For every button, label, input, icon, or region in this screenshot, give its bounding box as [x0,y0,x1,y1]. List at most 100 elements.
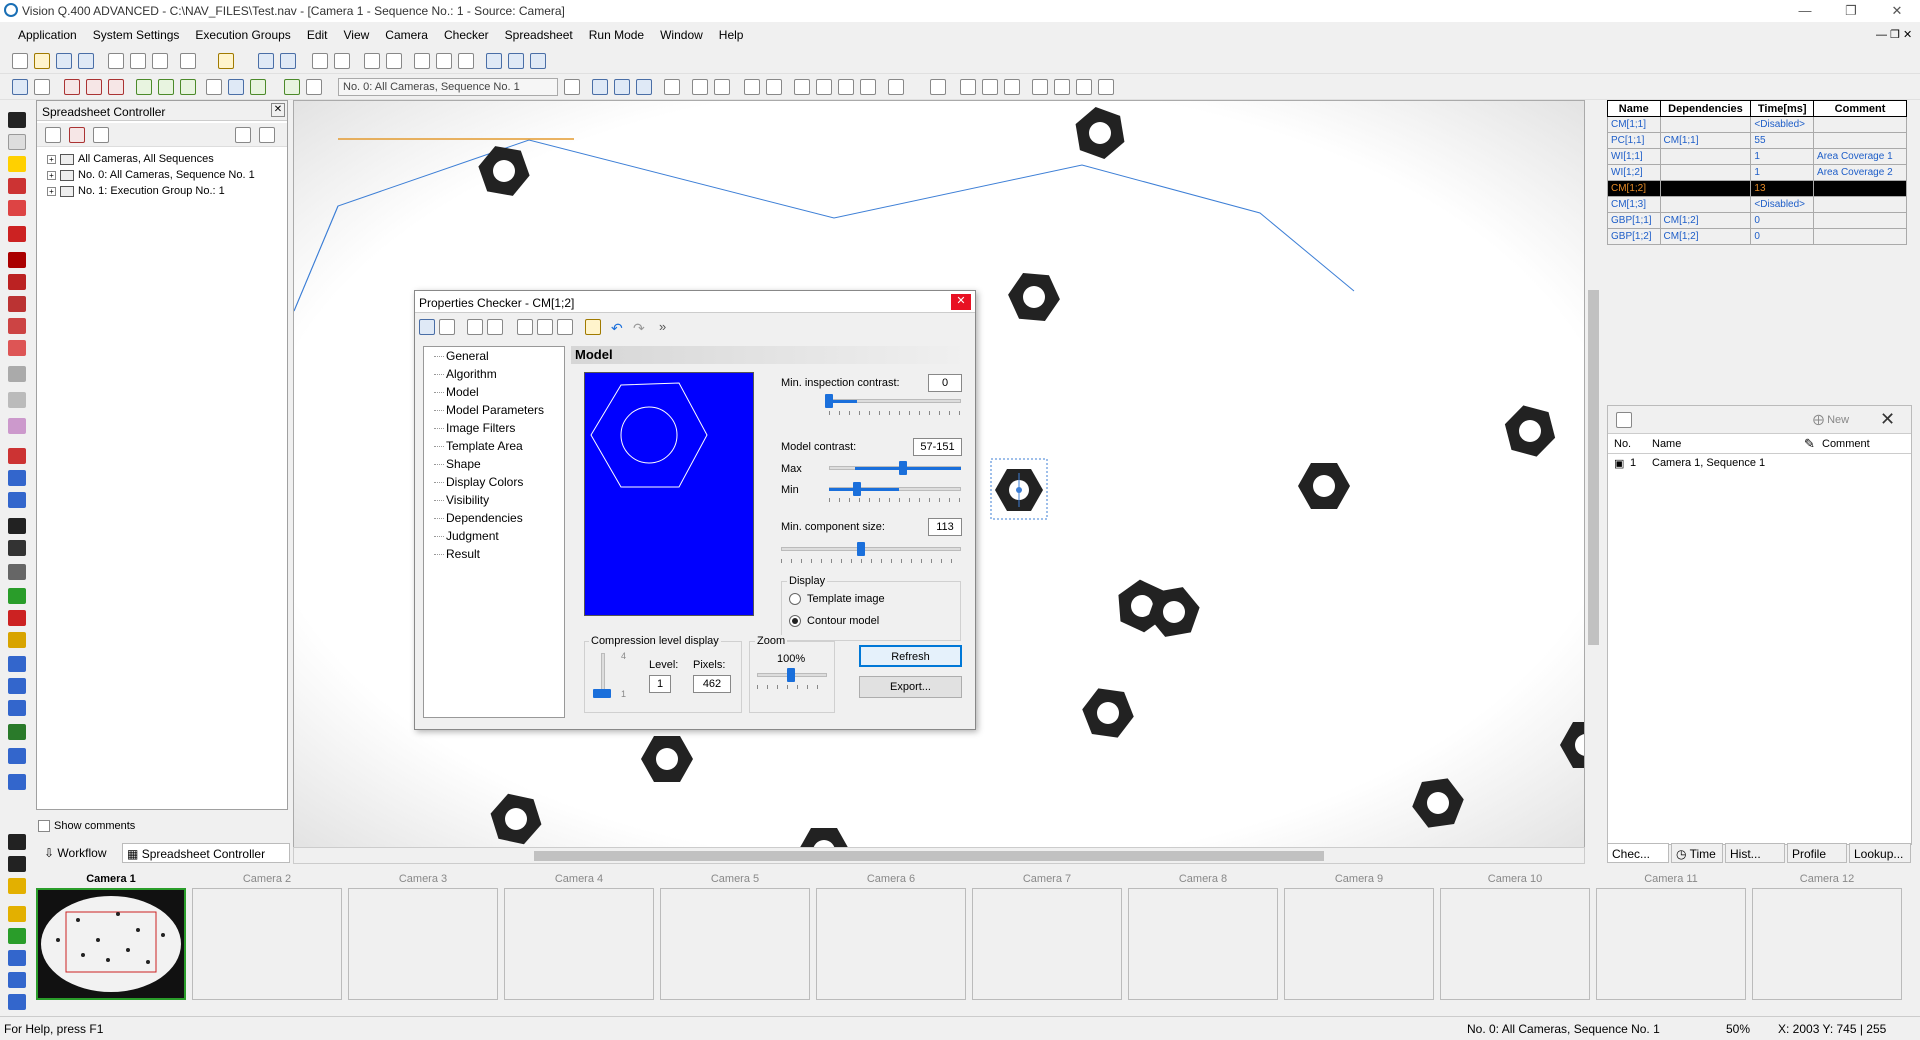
new-file-icon[interactable] [12,53,28,69]
list-icon[interactable] [860,79,876,95]
geometry-tool-icon[interactable] [8,392,26,408]
color-tool-icon[interactable] [8,296,26,312]
calc-icon[interactable] [250,79,266,95]
menu-view[interactable]: View [336,24,378,46]
camera-thumbnail-7[interactable] [972,888,1122,1000]
logic-tool-icon[interactable] [8,564,26,580]
tree-item-all-cameras[interactable]: + All Cameras, All Sequences [47,153,214,165]
menu-execution-groups[interactable]: Execution Groups [187,24,298,46]
store-icon[interactable] [487,319,503,335]
checker-a-icon[interactable] [364,53,380,69]
zoom-in-icon[interactable] [1076,79,1092,95]
pixels-input[interactable]: 462 [693,675,731,693]
histogram-tool-icon[interactable] [8,318,26,334]
sequence-a-icon[interactable] [64,79,80,95]
table-row[interactable]: GBP[1;1] CM[1;2] 0 [1607,212,1907,229]
pin-icon[interactable] [419,319,435,335]
table-row-selected[interactable]: CM[1;2] 13 [1607,180,1907,197]
window-b-icon[interactable] [280,53,296,69]
panel-settings-icon[interactable] [235,127,251,143]
menu-edit[interactable]: Edit [299,24,336,46]
tile-vertical-icon[interactable] [530,53,546,69]
measure-tool-icon[interactable] [8,178,26,194]
camera-thumbnail-12[interactable] [1752,888,1902,1000]
new-sequence-button[interactable]: ⨁ New [1813,413,1849,426]
settings-icon[interactable] [564,79,580,95]
snapshot-icon[interactable] [206,79,222,95]
cut-icon[interactable] [108,53,124,69]
image-icon[interactable] [585,319,601,335]
tree-item-sequence-0[interactable]: + No. 0: All Cameras, Sequence No. 1 [47,169,255,181]
menu-spreadsheet[interactable]: Spreadsheet [497,24,581,46]
cascade-icon[interactable] [486,53,502,69]
sequence-settings-icon[interactable] [1616,412,1632,428]
caliper-tool-icon[interactable] [8,156,26,172]
tab-workflow[interactable]: ⇩ Workflow [40,843,120,863]
model-contrast-input[interactable]: 57-151 [913,438,962,456]
vertical-scrollbar[interactable] [1585,100,1602,848]
menu-window[interactable]: Window [652,24,711,46]
camera-thumbnail-8[interactable] [1128,888,1278,1000]
serial-tool-icon[interactable] [8,972,26,988]
zoom-fit-icon[interactable] [1054,79,1070,95]
nav-image-filters[interactable]: Image Filters [446,421,515,435]
pencil-tool-icon[interactable] [8,906,26,922]
pattern-tool-icon[interactable] [8,274,26,290]
view-b-icon[interactable] [614,79,630,95]
sequence-b-icon[interactable] [86,79,102,95]
zoom-icon[interactable] [930,79,946,95]
camera-thumbnail-4[interactable] [504,888,654,1000]
chart-tool-icon[interactable] [8,724,26,740]
nav-shape[interactable]: Shape [446,457,481,471]
script-tool-icon[interactable] [8,834,26,850]
help-icon[interactable] [218,53,234,69]
plc-tool-icon[interactable] [8,994,26,1010]
checker-b-icon[interactable] [386,53,402,69]
roi-b-icon[interactable] [982,79,998,95]
count-c-tool-icon[interactable] [8,700,26,716]
camera-thumbnail-3[interactable] [348,888,498,1000]
nav-model-parameters[interactable]: Model Parameters [446,403,544,417]
contour-model-radio[interactable] [789,615,801,627]
list-item[interactable]: ▣ 1 Camera 1, Sequence 1 [1608,454,1911,472]
table-row[interactable]: PC[1;1] CM[1;1] 55 [1607,132,1907,149]
tree-item-execution-group[interactable]: + No. 1: Execution Group No.: 1 [47,185,225,197]
min-inspection-contrast-input[interactable]: 0 [928,374,962,392]
options-icon[interactable] [888,79,904,95]
save-icon[interactable] [56,53,72,69]
filter-tool-icon[interactable] [8,366,26,382]
image-a-icon[interactable] [692,79,708,95]
count-b-tool-icon[interactable] [8,678,26,694]
output-tool-icon[interactable] [8,588,26,604]
copy-icon[interactable] [130,53,146,69]
undo-icon[interactable]: ↶ [611,320,623,337]
crosshair-icon[interactable] [1004,79,1020,95]
delete-grid-icon[interactable] [458,53,474,69]
paste-icon[interactable] [557,319,573,335]
image-d-icon[interactable] [766,79,782,95]
camera-thumbnail-2[interactable] [192,888,342,1000]
document-icon[interactable] [838,79,854,95]
menu-camera[interactable]: Camera [377,24,436,46]
col-no[interactable]: No. [1614,438,1631,450]
tab-profile[interactable]: Profile [1787,843,1847,863]
home-tool-icon[interactable] [8,112,26,128]
remove-sequence-icon[interactable] [69,127,85,143]
add-sequence-icon[interactable] [45,127,61,143]
angle-tool-icon[interactable] [8,470,26,486]
close-icon[interactable]: ✕ [951,294,971,310]
table-row[interactable]: WI[1;1] 1 Area Coverage 1 [1607,148,1907,165]
tile-horizontal-icon[interactable] [508,53,524,69]
camera-a-icon[interactable] [12,79,28,95]
io-tool-icon[interactable] [8,928,26,944]
variable-tool-icon[interactable] [8,856,26,872]
template-image-radio[interactable] [789,593,801,605]
camera-thumbnail-6[interactable] [816,888,966,1000]
tab-lookup[interactable]: Lookup... [1849,843,1911,863]
min-component-size-slider[interactable] [781,547,961,551]
close-button[interactable]: ✕ [1874,0,1920,22]
dialog-title-bar[interactable]: Properties Checker - CM[1;2] ✕ [415,291,975,313]
menu-system-settings[interactable]: System Settings [85,24,188,46]
close-icon[interactable]: ✕ [271,103,285,117]
table-row[interactable]: GBP[1;2] CM[1;2] 0 [1607,228,1907,245]
